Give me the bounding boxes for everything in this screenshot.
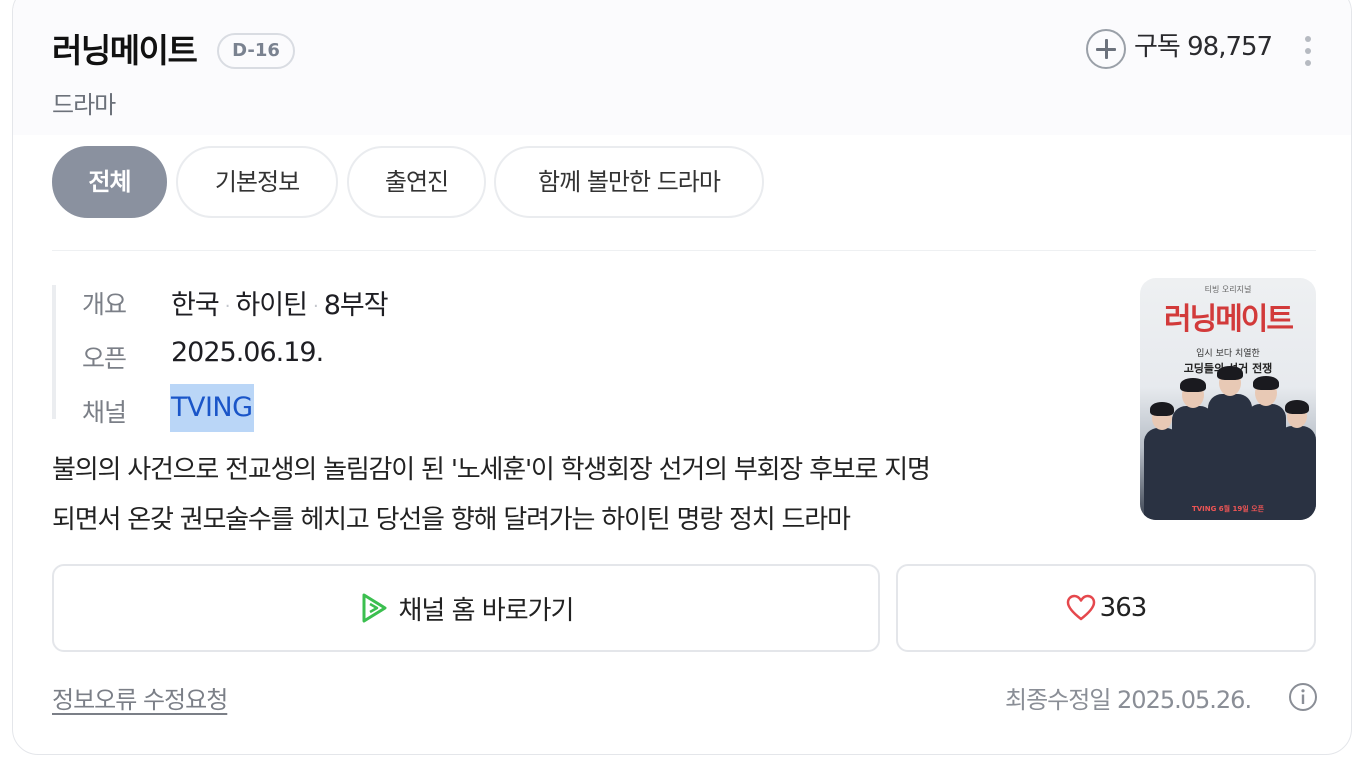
channel-home-button[interactable]: 채널 홈 바로가기 [52, 564, 880, 652]
tab-basic-info[interactable]: 기본정보 [176, 146, 338, 218]
separator-dot: · [224, 296, 231, 317]
synopsis-line: 불의의 사건으로 전교생의 놀림감이 된 '노세훈'이 학생회장 선거의 부회장… [52, 455, 931, 485]
channel-label: 채널 [82, 398, 127, 427]
overview-value: 한국 · 하이틴 · 8부작 [171, 283, 389, 322]
heart-icon [1066, 594, 1095, 621]
drama-info-card: 러닝메이트 D-16 드라마 구독 98,757 전체 기본정보 출연진 함께 … [12, 0, 1352, 755]
separator-dot: · [312, 296, 319, 317]
open-date: 2025.06.19. [171, 337, 324, 368]
channel-home-label: 채널 홈 바로가기 [398, 595, 575, 626]
poster-image[interactable]: 티빙 오리지널 러닝메이트 입시 보다 치열한 고딩들의 선거 전쟁 TVING… [1140, 278, 1316, 520]
subscribe-plus-icon[interactable] [1086, 29, 1126, 69]
channel-link[interactable]: TVING [170, 384, 254, 432]
synopsis-line: 되면서 온갖 권모술수를 헤치고 당선을 향해 달려가는 하이틴 명랑 정치 드… [52, 505, 851, 535]
tab-cast[interactable]: 출연진 [347, 146, 486, 218]
poster-title: 러닝메이트 [1164, 302, 1294, 337]
like-count: 363 [1099, 593, 1148, 623]
info-icon[interactable] [1288, 682, 1318, 712]
synopsis: 불의의 사건으로 전교생의 놀림감이 된 '노세훈'이 학생회장 선거의 부회장… [52, 445, 1112, 545]
section-divider [52, 250, 1316, 251]
subscribe-count[interactable]: 구독 98,757 [1134, 29, 1273, 65]
drama-category: 드라마 [52, 91, 116, 119]
overview-label: 개요 [82, 290, 127, 319]
card-header: 러닝메이트 D-16 드라마 구독 98,757 [13, 0, 1351, 135]
overview-episodes: 8부작 [323, 290, 389, 321]
play-icon [362, 593, 386, 623]
like-button[interactable]: 363 [896, 564, 1316, 652]
tab-recommended-dramas[interactable]: 함께 볼만한 드라마 [494, 146, 764, 218]
dday-badge: D-16 [217, 33, 295, 69]
tab-all[interactable]: 전체 [52, 146, 167, 218]
drama-title[interactable]: 러닝메이트 [52, 31, 198, 71]
info-accent-bar [52, 285, 56, 419]
more-options-icon[interactable] [1299, 36, 1317, 70]
poster-tagline: 입시 보다 치열한 [1196, 349, 1260, 359]
overview-genre: 하이틴 [235, 290, 308, 321]
last-updated-date: 최종수정일 2025.05.26. [1005, 686, 1252, 714]
open-label: 오픈 [82, 344, 127, 373]
report-error-link[interactable]: 정보오류 수정요청 [52, 680, 228, 715]
poster-bottom-text: TVING 6월 19일 오픈 [1191, 505, 1265, 513]
overview-country: 한국 [171, 290, 220, 321]
